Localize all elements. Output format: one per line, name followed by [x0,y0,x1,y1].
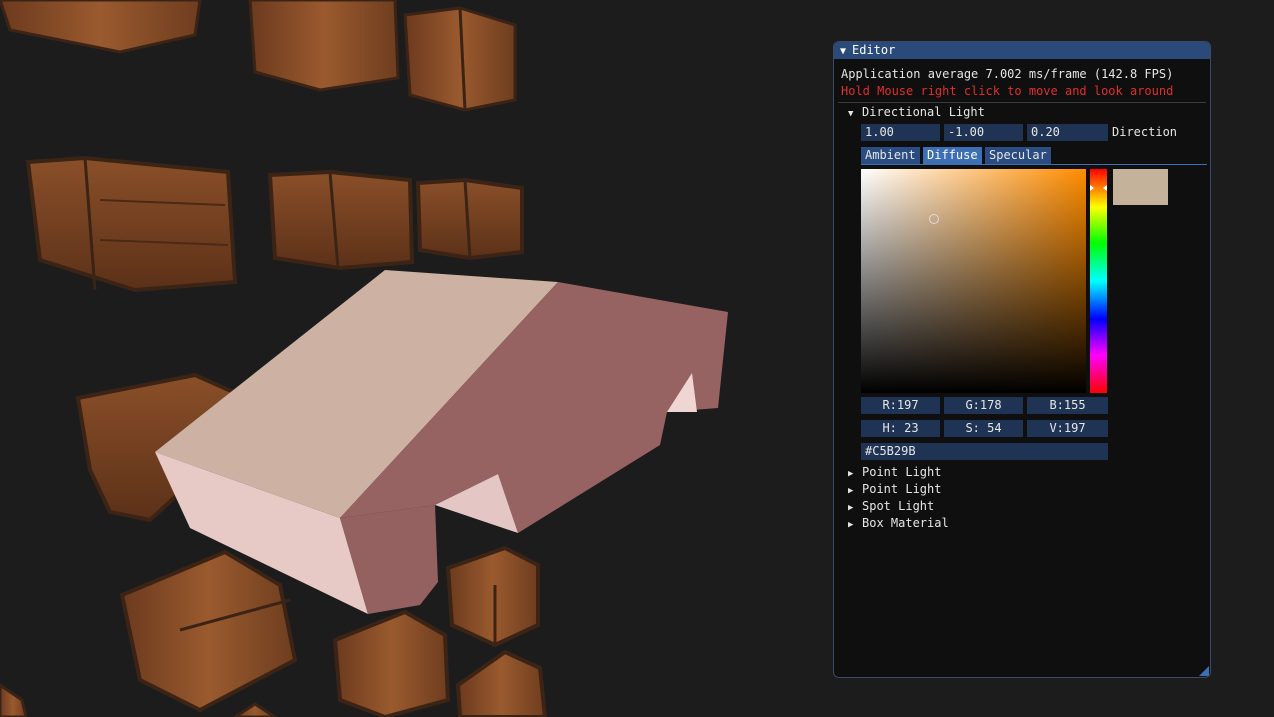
point-light-2-header[interactable]: ▶ Point Light [848,481,941,499]
crate [415,177,524,261]
direction-x-input[interactable]: 1.00 [861,124,940,141]
editor-window[interactable]: ▼ Editor Application average 7.002 ms/fra… [833,41,1211,678]
directional-light-label: Directional Light [862,105,985,119]
hint-text: Hold Mouse right click to move and look … [841,84,1174,98]
tab-underline [861,164,1207,165]
section-label: Point Light [862,465,942,479]
green-input[interactable]: G:178 [944,397,1023,414]
editor-title: Editor [852,43,896,57]
hue-input[interactable]: H: 23 [861,420,940,437]
triangle-right-icon: ▶ [848,486,854,496]
red-input[interactable]: R:197 [861,397,940,414]
box-material-header[interactable]: ▶ Box Material [848,515,949,533]
triangle-right-icon: ▶ [848,520,854,530]
value-input[interactable]: V:197 [1027,420,1108,437]
separator [838,102,1206,103]
crate [445,545,540,648]
editor-titlebar[interactable]: ▼ Editor [834,42,1210,59]
tab-diffuse[interactable]: Diffuse [923,147,982,164]
triangle-down-icon: ▼ [848,109,854,119]
directional-light-header[interactable]: ▼ Directional Light [848,104,985,122]
crate [267,169,415,271]
hue-slider[interactable] [1090,169,1107,393]
section-label: Point Light [862,482,942,496]
picker-cursor[interactable] [929,214,939,224]
triangle-down-icon[interactable]: ▼ [840,43,852,60]
color-swatch[interactable] [1113,169,1168,205]
section-label: Spot Light [862,499,935,513]
point-light-header[interactable]: ▶ Point Light [848,464,941,482]
saturation-value-picker[interactable] [861,169,1086,393]
spot-light-header[interactable]: ▶ Spot Light [848,498,934,516]
tab-ambient[interactable]: Ambient [861,147,920,164]
crate [403,6,517,112]
hue-marker-right-icon [1103,185,1107,191]
section-label: Box Material [862,516,949,530]
tab-specular[interactable]: Specular [985,147,1051,164]
hue-marker-left-icon [1090,185,1094,191]
hex-input[interactable]: #C5B29B [861,443,1108,460]
direction-y-input[interactable]: -1.00 [944,124,1023,141]
fps-text: Application average 7.002 ms/frame (142.… [841,67,1174,81]
direction-label: Direction [1112,125,1178,139]
crate [248,0,400,92]
triangle-right-icon: ▶ [848,469,854,479]
blue-input[interactable]: B:155 [1027,397,1108,414]
resize-grip-icon[interactable] [1199,666,1209,676]
triangle-right-icon: ▶ [848,503,854,513]
saturation-input[interactable]: S: 54 [944,420,1023,437]
direction-z-input[interactable]: 0.20 [1027,124,1108,141]
